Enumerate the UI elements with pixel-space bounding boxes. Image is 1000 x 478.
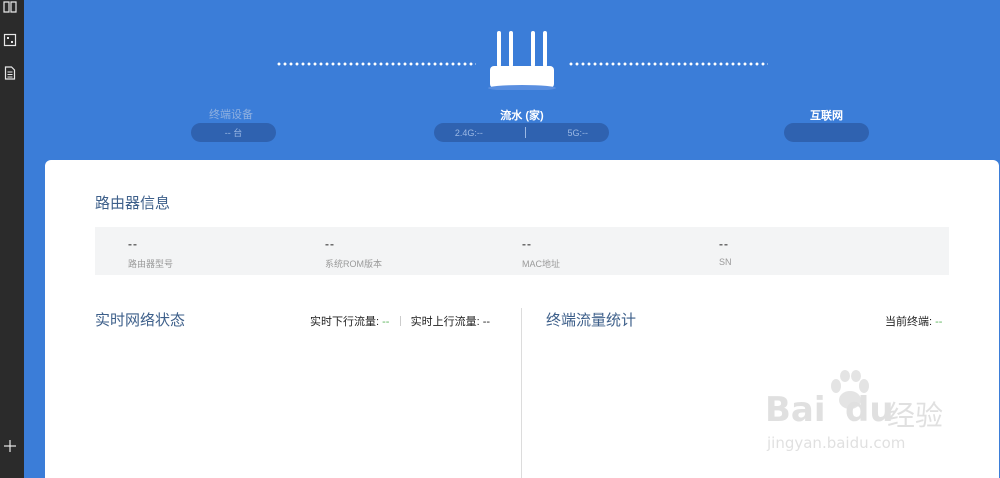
current-terminals: 当前终端: --	[885, 313, 942, 329]
router-info-title: 路由器信息	[95, 195, 171, 212]
rom-version-label: 系统ROM版本	[325, 259, 382, 269]
upload-value: --	[482, 316, 491, 328]
watermark-cn: 经验	[887, 399, 944, 432]
download-label: 实时下行流量:	[310, 316, 380, 328]
router-model-value: --	[128, 237, 138, 251]
baidu-jingyan-watermark: Bai du 经验 jingyan.baidu.com	[765, 370, 945, 460]
connection-line-right	[568, 62, 768, 66]
current-terminals-value: --	[935, 316, 943, 328]
watermark-brand: Bai	[765, 390, 826, 430]
router-name: 流水 (家)	[500, 110, 544, 122]
mac-address-label: MAC地址	[522, 259, 560, 269]
document-icon[interactable]	[3, 66, 17, 80]
router-band-pill: 2.4G:-- 5G:--	[434, 123, 609, 142]
rom-version-value: --	[325, 237, 335, 251]
traffic-rates: 实时下行流量: -- 实时上行流量: --	[310, 313, 490, 329]
band-divider	[524, 127, 526, 138]
stat-divider	[399, 316, 401, 326]
book-icon[interactable]	[3, 0, 17, 14]
section-divider	[521, 308, 522, 478]
band-24g-value: 2.4G:--	[454, 127, 483, 138]
internet-status-pill	[784, 123, 869, 142]
network-status-title: 实时网络状态	[95, 312, 186, 329]
mac-address-value: --	[522, 237, 532, 251]
band-5g-value: 5G:--	[567, 127, 589, 138]
sn-label: SN	[719, 257, 732, 267]
upload-label: 实时上行流量:	[410, 316, 480, 328]
router-model-label: 路由器型号	[128, 259, 174, 269]
image-icon[interactable]	[3, 33, 17, 47]
devices-title: 终端设备	[209, 109, 253, 121]
connection-line-left	[276, 62, 476, 66]
download-value: --	[382, 316, 390, 328]
plus-icon[interactable]	[3, 439, 17, 453]
sn-value: --	[719, 237, 729, 251]
router-info-box: -- 路由器型号 -- 系统ROM版本 -- MAC地址 -- SN	[95, 227, 949, 275]
current-terminals-label: 当前终端:	[885, 316, 933, 328]
terminal-stats-title: 终端流量统计	[546, 312, 637, 329]
router-icon	[488, 31, 556, 90]
watermark-url: jingyan.baidu.com	[767, 434, 906, 452]
internet-title: 互联网	[810, 110, 843, 122]
devices-count-pill: -- 台	[191, 123, 276, 142]
left-toolbar	[0, 0, 24, 478]
